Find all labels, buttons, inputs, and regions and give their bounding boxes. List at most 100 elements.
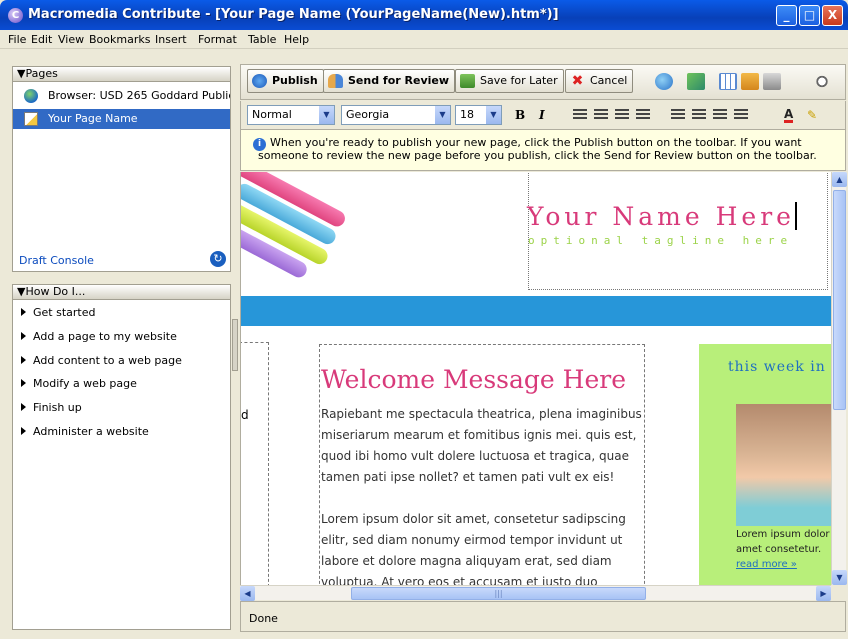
- numbered-list-icon[interactable]: [671, 109, 685, 121]
- menu-help[interactable]: Help: [284, 33, 309, 46]
- font-size-select[interactable]: 18 ▼: [455, 105, 502, 125]
- help-item-label: Add content to a web page: [33, 354, 182, 367]
- menu-format[interactable]: Format: [198, 33, 237, 46]
- left-column-fragment: d: [241, 408, 249, 422]
- scroll-right-icon[interactable]: ▶: [816, 586, 831, 601]
- scroll-left-icon[interactable]: ◀: [240, 586, 255, 601]
- italic-button[interactable]: I: [539, 108, 545, 122]
- sidebar-text: Lorem ipsum dolor amet consetetur. read …: [736, 527, 831, 572]
- expand-arrow-icon: [21, 427, 26, 435]
- help-item-administer[interactable]: Administer a website: [21, 425, 149, 438]
- read-more-link[interactable]: read more »: [736, 559, 797, 570]
- align-justify-icon[interactable]: [636, 109, 650, 121]
- page-edit-icon: [24, 112, 38, 126]
- contribute-window: C Macromedia Contribute - [Your Page Nam…: [0, 0, 848, 639]
- insert-special-icon[interactable]: [763, 73, 781, 90]
- publish-icon: [252, 74, 267, 88]
- help-icon[interactable]: [813, 73, 831, 90]
- text-caret: [795, 202, 797, 230]
- text-color-icon[interactable]: A: [784, 108, 794, 123]
- menu-file[interactable]: File: [8, 33, 26, 46]
- menu-edit[interactable]: Edit: [31, 33, 52, 46]
- align-left-icon[interactable]: [573, 109, 587, 121]
- sidebar-caption: Lorem ipsum dolor amet consetetur.: [736, 529, 830, 555]
- horizontal-scroll-thumb[interactable]: |||: [351, 587, 646, 600]
- font-select[interactable]: Georgia ▼: [341, 105, 451, 125]
- scroll-down-icon[interactable]: ▼: [832, 570, 847, 585]
- publish-button[interactable]: Publish: [247, 69, 324, 93]
- status-bar: Done: [240, 601, 846, 632]
- save-for-later-button[interactable]: Save for Later: [455, 69, 564, 93]
- how-do-i-header[interactable]: ▼How Do I...: [12, 284, 231, 300]
- menu-table[interactable]: Table: [248, 33, 276, 46]
- maximize-button[interactable]: □: [799, 5, 820, 26]
- help-item-finish-up[interactable]: Finish up: [21, 401, 82, 414]
- help-item-add-page[interactable]: Add a page to my website: [21, 330, 177, 343]
- insert-link-icon[interactable]: [655, 73, 673, 90]
- expand-arrow-icon: [21, 332, 26, 340]
- body-text[interactable]: Rapiebant me spectacula theatrica, plena…: [321, 404, 643, 585]
- page-item-browser[interactable]: Browser: USD 265 Goddard Public S: [13, 86, 230, 106]
- scroll-up-icon[interactable]: ▲: [832, 172, 847, 187]
- help-item-add-content[interactable]: Add content to a web page: [21, 354, 182, 367]
- highlight-pen-icon[interactable]: ✎: [807, 108, 817, 122]
- menu-bookmarks[interactable]: Bookmarks: [89, 33, 150, 46]
- vertical-scrollbar[interactable]: ▲ ▼: [831, 172, 847, 585]
- draft-console-link[interactable]: Draft Console: [19, 254, 94, 267]
- page-item-your-page[interactable]: Your Page Name: [13, 109, 230, 129]
- info-message: When you're ready to publish your new pa…: [258, 136, 817, 162]
- left-column-region: [241, 342, 269, 585]
- insert-table-icon[interactable]: [719, 73, 737, 90]
- align-center-icon[interactable]: [594, 109, 608, 121]
- close-button[interactable]: X: [822, 5, 843, 26]
- minimize-button[interactable]: _: [776, 5, 797, 26]
- save-for-later-label: Save for Later: [480, 74, 558, 87]
- send-for-review-label: Send for Review: [348, 74, 450, 87]
- style-value: Normal: [252, 108, 292, 121]
- site-tagline[interactable]: optional tagline here: [528, 234, 793, 247]
- format-toolbar: Normal ▼ Georgia ▼ 18 ▼ B I A ✎: [240, 101, 846, 129]
- horizontal-scrollbar[interactable]: ◀ ||| ▶: [240, 585, 831, 601]
- bulleted-list-icon[interactable]: [692, 109, 706, 121]
- send-for-review-button[interactable]: Send for Review: [323, 69, 456, 93]
- menu-view[interactable]: View: [58, 33, 84, 46]
- page-item-label: Your Page Name: [48, 112, 138, 125]
- help-item-modify-page[interactable]: Modify a web page: [21, 377, 137, 390]
- paragraph-style-select[interactable]: Normal ▼: [247, 105, 335, 125]
- welcome-heading[interactable]: Welcome Message Here: [321, 365, 626, 394]
- sidebar-column: this week in Lorem ipsum dolor amet cons…: [699, 344, 831, 585]
- header-region: [528, 172, 828, 290]
- site-title[interactable]: Your Name Here: [527, 202, 795, 231]
- help-item-label: Modify a web page: [33, 377, 137, 390]
- page-canvas[interactable]: Your Name Here optional tagline here d W…: [240, 172, 831, 585]
- help-item-label: Administer a website: [33, 425, 149, 438]
- info-bar: i When you're ready to publish your new …: [240, 129, 846, 171]
- people-icon: [328, 74, 343, 88]
- body-paragraph-2: Lorem ipsum dolor sit amet, consetetur s…: [321, 512, 626, 585]
- help-item-get-started[interactable]: Get started: [21, 306, 95, 319]
- insert-document-icon[interactable]: [741, 73, 759, 90]
- refresh-icon[interactable]: ↻: [210, 251, 226, 267]
- pages-panel-header[interactable]: ▼Pages: [12, 66, 231, 82]
- cancel-button[interactable]: ✖ Cancel: [565, 69, 634, 93]
- chevron-down-icon: ▼: [486, 106, 501, 124]
- sidebar-title[interactable]: this week in: [728, 359, 826, 375]
- globe-icon: [24, 89, 38, 103]
- insert-image-icon[interactable]: [687, 73, 705, 90]
- bold-button[interactable]: B: [515, 108, 525, 122]
- main-toolbar: Publish Send for Review Save for Later ✖…: [240, 64, 846, 100]
- chevron-down-icon: ▼: [319, 106, 334, 124]
- cancel-label: Cancel: [590, 74, 628, 87]
- menu-insert[interactable]: Insert: [155, 33, 187, 46]
- contribute-app-icon[interactable]: C: [8, 8, 23, 23]
- vertical-scroll-thumb[interactable]: [833, 190, 846, 410]
- cancel-x-icon: ✖: [571, 73, 584, 89]
- expand-arrow-icon: [21, 403, 26, 411]
- save-icon: [460, 74, 475, 88]
- panel-splitter-handle[interactable]: [232, 319, 238, 371]
- indent-icon[interactable]: [734, 109, 748, 121]
- pages-panel: Browser: USD 265 Goddard Public S Your P…: [12, 82, 231, 272]
- align-right-icon[interactable]: [615, 109, 629, 121]
- how-do-i-title: How Do I...: [25, 285, 86, 298]
- outdent-icon[interactable]: [713, 109, 727, 121]
